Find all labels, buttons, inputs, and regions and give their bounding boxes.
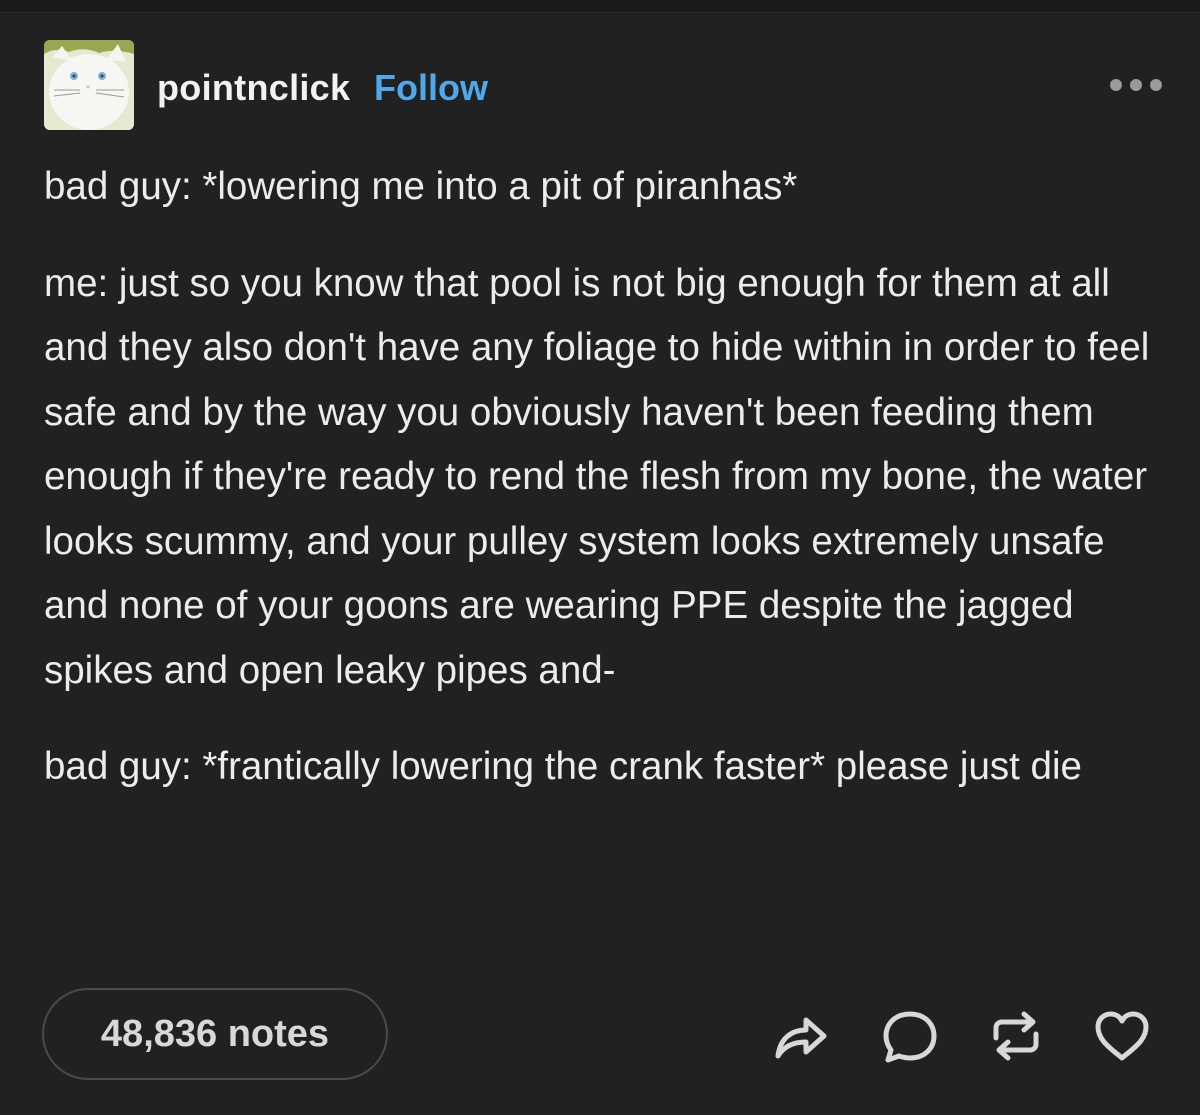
post-card: pointnclick Follow bad guy: *lowering me… (0, 0, 1200, 1115)
more-dots-icon[interactable] (1108, 75, 1164, 95)
reblog-icon[interactable] (986, 1008, 1046, 1064)
author-name[interactable]: pointnclick (157, 67, 350, 109)
white-cat-avatar[interactable] (44, 40, 134, 130)
post-footer: 48,836 notes (42, 988, 1152, 1084)
follow-button[interactable]: Follow (374, 67, 488, 109)
notes-count-button[interactable]: 48,836 notes (42, 988, 388, 1080)
share-icon[interactable] (770, 1008, 830, 1064)
post-body: bad guy: *lowering me into a pit of pira… (44, 155, 1154, 800)
post-paragraph: bad guy: *frantically lowering the crank… (44, 745, 1082, 788)
post-paragraph: bad guy: *lowering me into a pit of pira… (44, 165, 798, 208)
post-header: pointnclick Follow (44, 40, 1164, 130)
heart-icon[interactable] (1092, 1008, 1152, 1064)
post-paragraph: me: just so you know that pool is not bi… (44, 261, 1150, 692)
reply-bubble-icon[interactable] (880, 1008, 940, 1064)
